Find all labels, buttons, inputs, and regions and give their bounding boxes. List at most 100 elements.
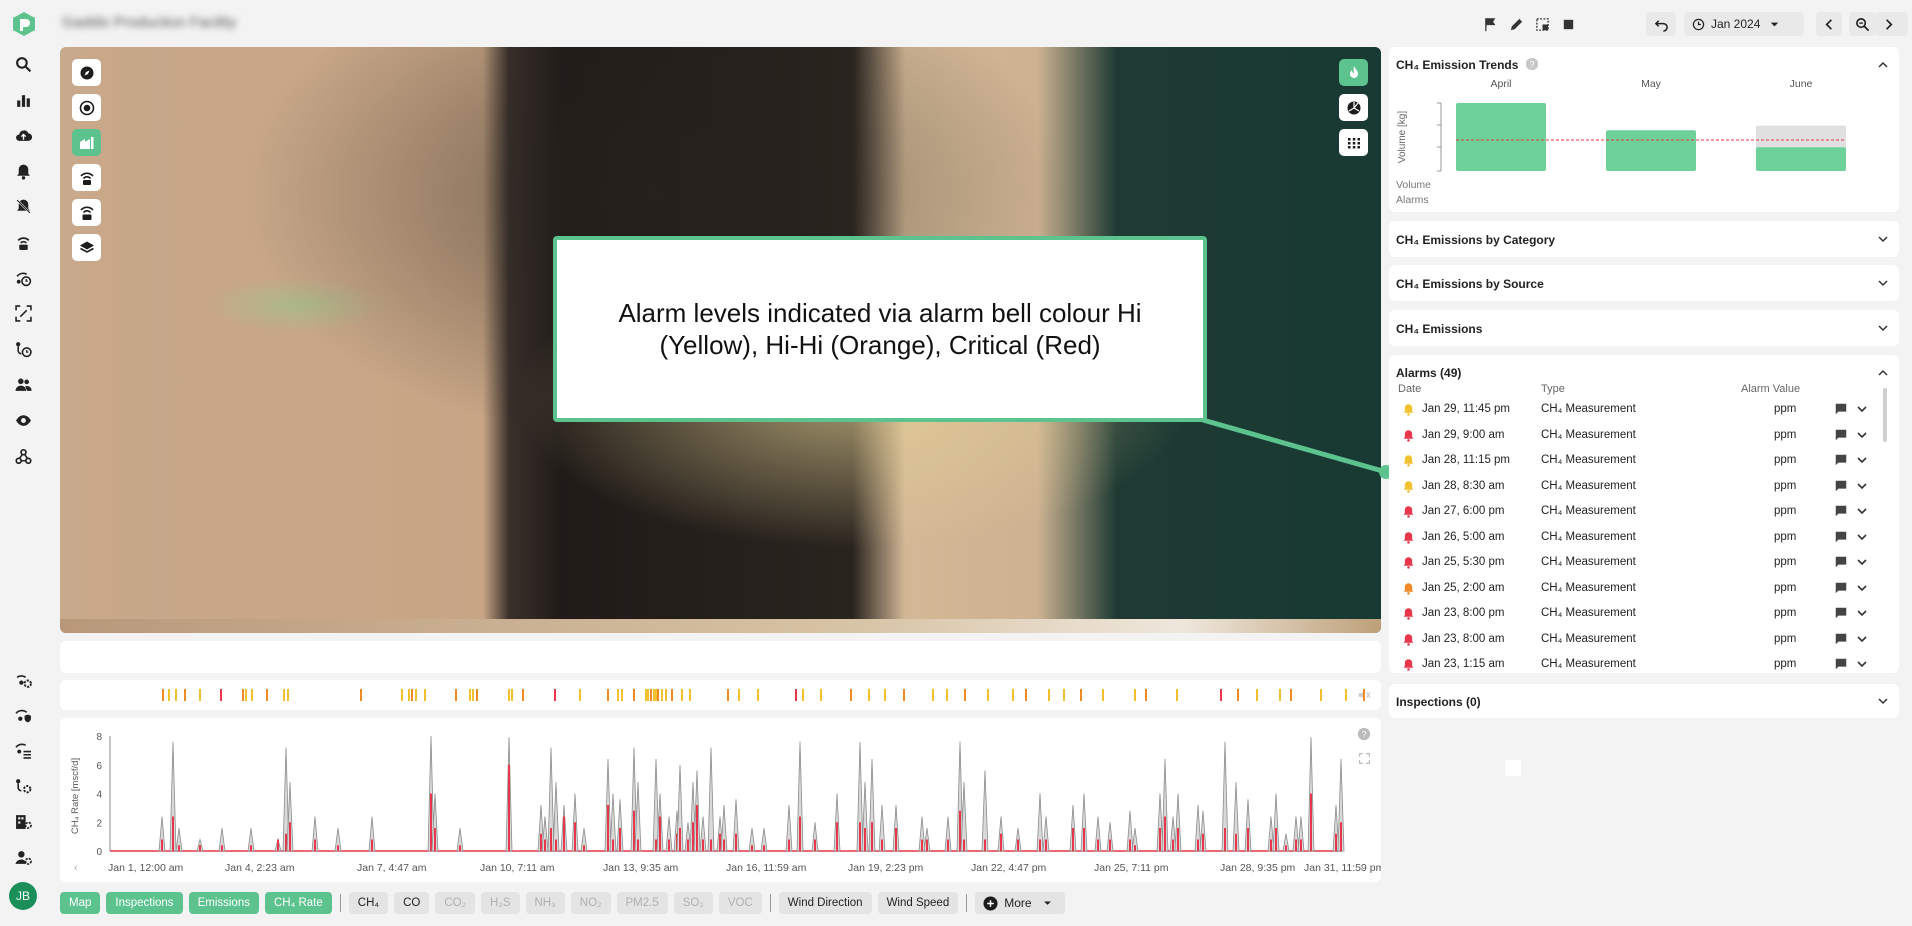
flag-icon[interactable] bbox=[1478, 12, 1502, 36]
alarm-marker[interactable] bbox=[946, 689, 948, 701]
alarm-row[interactable]: Jan 23, 8:00 am CH₄ Measurement ppm bbox=[1389, 629, 1899, 654]
alarm-marker[interactable] bbox=[411, 689, 413, 701]
alarm-marker[interactable] bbox=[850, 689, 852, 701]
col-header-alarm-value[interactable]: Alarm Value bbox=[1741, 383, 1800, 395]
alarm-marker[interactable] bbox=[1102, 689, 1104, 701]
chevron-down-icon[interactable] bbox=[1877, 233, 1889, 245]
alarm-marker[interactable] bbox=[868, 689, 870, 701]
chevron-down-icon[interactable] bbox=[1856, 531, 1868, 543]
alarm-marker[interactable] bbox=[1145, 689, 1147, 701]
alarm-marker[interactable] bbox=[1012, 689, 1014, 701]
alarm-marker[interactable] bbox=[1256, 689, 1258, 701]
alarm-marker[interactable] bbox=[738, 689, 740, 701]
chevron-down-icon[interactable] bbox=[1856, 403, 1868, 415]
chip-ch4-rate[interactable]: CH₄ Rate bbox=[264, 892, 332, 914]
alarm-marker[interactable] bbox=[455, 689, 457, 701]
facility-icon[interactable] bbox=[72, 129, 101, 156]
alarm-marker[interactable] bbox=[727, 689, 729, 701]
chevron-down-icon[interactable] bbox=[1877, 277, 1889, 289]
chip-gas-voc[interactable]: VOC bbox=[718, 892, 762, 914]
chevron-down-icon[interactable] bbox=[1856, 429, 1868, 441]
alarm-row[interactable]: Jan 28, 11:15 pm CH₄ Measurement ppm bbox=[1389, 450, 1899, 475]
trends-volume-bar[interactable] bbox=[1756, 147, 1846, 171]
grid-icon[interactable] bbox=[1339, 129, 1368, 156]
app-logo[interactable] bbox=[11, 11, 37, 37]
sensor-icon[interactable] bbox=[11, 230, 35, 254]
route-schedule-icon[interactable] bbox=[11, 337, 35, 361]
comment-icon[interactable] bbox=[1834, 530, 1848, 544]
cloud-upload-icon[interactable] bbox=[11, 123, 35, 147]
users-icon[interactable] bbox=[11, 372, 35, 396]
chip-gas-ch4[interactable]: CH₄ bbox=[348, 892, 389, 914]
comment-icon[interactable] bbox=[1834, 555, 1848, 569]
alarm-marker[interactable] bbox=[661, 689, 663, 701]
comment-icon[interactable] bbox=[1834, 657, 1848, 671]
comment-icon[interactable] bbox=[1834, 581, 1848, 595]
alarm-marker[interactable] bbox=[681, 689, 683, 701]
emissions-panel[interactable]: CH₄ Emissions bbox=[1389, 310, 1899, 346]
undo-button[interactable] bbox=[1646, 12, 1676, 36]
alarm-marker[interactable] bbox=[1080, 689, 1082, 701]
chevron-down-icon[interactable] bbox=[1856, 454, 1868, 466]
alarm-marker[interactable] bbox=[579, 689, 581, 701]
alarm-marker[interactable] bbox=[665, 689, 667, 701]
alarm-marker[interactable] bbox=[508, 689, 510, 701]
alarm-marker[interactable] bbox=[168, 689, 170, 701]
chip-gas-h2s[interactable]: H₂S bbox=[481, 892, 520, 914]
chevron-down-icon[interactable] bbox=[1856, 480, 1868, 492]
stop-icon[interactable] bbox=[1556, 12, 1580, 36]
chevron-down-icon[interactable] bbox=[1856, 556, 1868, 568]
rate-timeline-chart[interactable]: 0 2 4 6 8 CH₄ Rate [mscf/d] Jan 1, 12:00 am Jan… bbox=[60, 718, 1381, 882]
col-header-type[interactable]: Type bbox=[1541, 383, 1565, 395]
wind-rose-icon[interactable] bbox=[1339, 94, 1368, 121]
chevron-down-icon[interactable] bbox=[1856, 582, 1868, 594]
sensor-list-icon[interactable] bbox=[11, 738, 35, 762]
alarm-marker[interactable] bbox=[1279, 689, 1281, 701]
alarm-marker[interactable] bbox=[424, 689, 426, 701]
alarm-marker[interactable] bbox=[1063, 689, 1065, 701]
alarm-marker[interactable] bbox=[1134, 689, 1136, 701]
alarm-row[interactable]: Jan 29, 11:45 pm CH₄ Measurement ppm bbox=[1389, 399, 1899, 424]
chip-gas-co[interactable]: CO bbox=[394, 892, 430, 914]
alarm-marker[interactable] bbox=[401, 689, 403, 701]
by-source-panel[interactable]: CH₄ Emissions by Source bbox=[1389, 265, 1899, 301]
prev-period-button[interactable] bbox=[1816, 12, 1842, 36]
alarm-marker[interactable] bbox=[689, 689, 691, 701]
chip-map[interactable]: Map bbox=[60, 892, 101, 914]
alarm-marker[interactable] bbox=[1237, 689, 1239, 701]
alarm-marker[interactable] bbox=[162, 689, 164, 701]
chip-wind-speed[interactable]: Wind Speed bbox=[877, 892, 959, 914]
sensor-settings-icon[interactable] bbox=[11, 668, 35, 692]
search-icon[interactable] bbox=[11, 52, 35, 76]
alarm-marker[interactable] bbox=[175, 689, 177, 701]
alarm-marker[interactable] bbox=[522, 689, 524, 701]
alarm-marker[interactable] bbox=[757, 689, 759, 701]
scroll-right-icon[interactable]: › bbox=[1360, 862, 1364, 874]
building-settings-icon[interactable] bbox=[11, 809, 35, 833]
alarm-row[interactable]: Jan 27, 6:00 pm CH₄ Measurement ppm bbox=[1389, 501, 1899, 526]
inspections-panel[interactable]: Inspections (0) bbox=[1389, 684, 1899, 718]
alarm-marker[interactable] bbox=[1320, 689, 1322, 701]
analytics-icon[interactable] bbox=[11, 88, 35, 112]
alarm-marker[interactable] bbox=[287, 689, 289, 701]
alarm-marker[interactable] bbox=[671, 689, 673, 701]
alarm-row[interactable]: Jan 28, 8:30 am CH₄ Measurement ppm bbox=[1389, 476, 1899, 501]
scroll-left-icon[interactable]: ‹ bbox=[74, 862, 78, 874]
select-area-icon[interactable] bbox=[1530, 12, 1554, 36]
sensor-schedule-icon[interactable] bbox=[11, 266, 35, 290]
comment-icon[interactable] bbox=[1834, 606, 1848, 620]
col-header-date[interactable]: Date bbox=[1398, 383, 1421, 395]
scan-icon[interactable] bbox=[11, 301, 35, 325]
chip-gas-pm25[interactable]: PM2.5 bbox=[616, 892, 668, 914]
alarm-marker[interactable] bbox=[1290, 689, 1292, 701]
alarm-marker[interactable] bbox=[184, 689, 186, 701]
alarm-marker[interactable] bbox=[472, 689, 474, 701]
compass-icon[interactable] bbox=[72, 59, 101, 86]
alarm-marker[interactable] bbox=[251, 689, 253, 701]
bell-icon[interactable] bbox=[11, 159, 35, 183]
chevron-down-icon[interactable] bbox=[1856, 505, 1868, 517]
alarm-row[interactable]: Jan 26, 5:00 am CH₄ Measurement ppm bbox=[1389, 527, 1899, 552]
alarm-marker[interactable] bbox=[1025, 689, 1027, 701]
alarm-marker[interactable] bbox=[1048, 689, 1050, 701]
alarm-marker[interactable] bbox=[903, 689, 905, 701]
